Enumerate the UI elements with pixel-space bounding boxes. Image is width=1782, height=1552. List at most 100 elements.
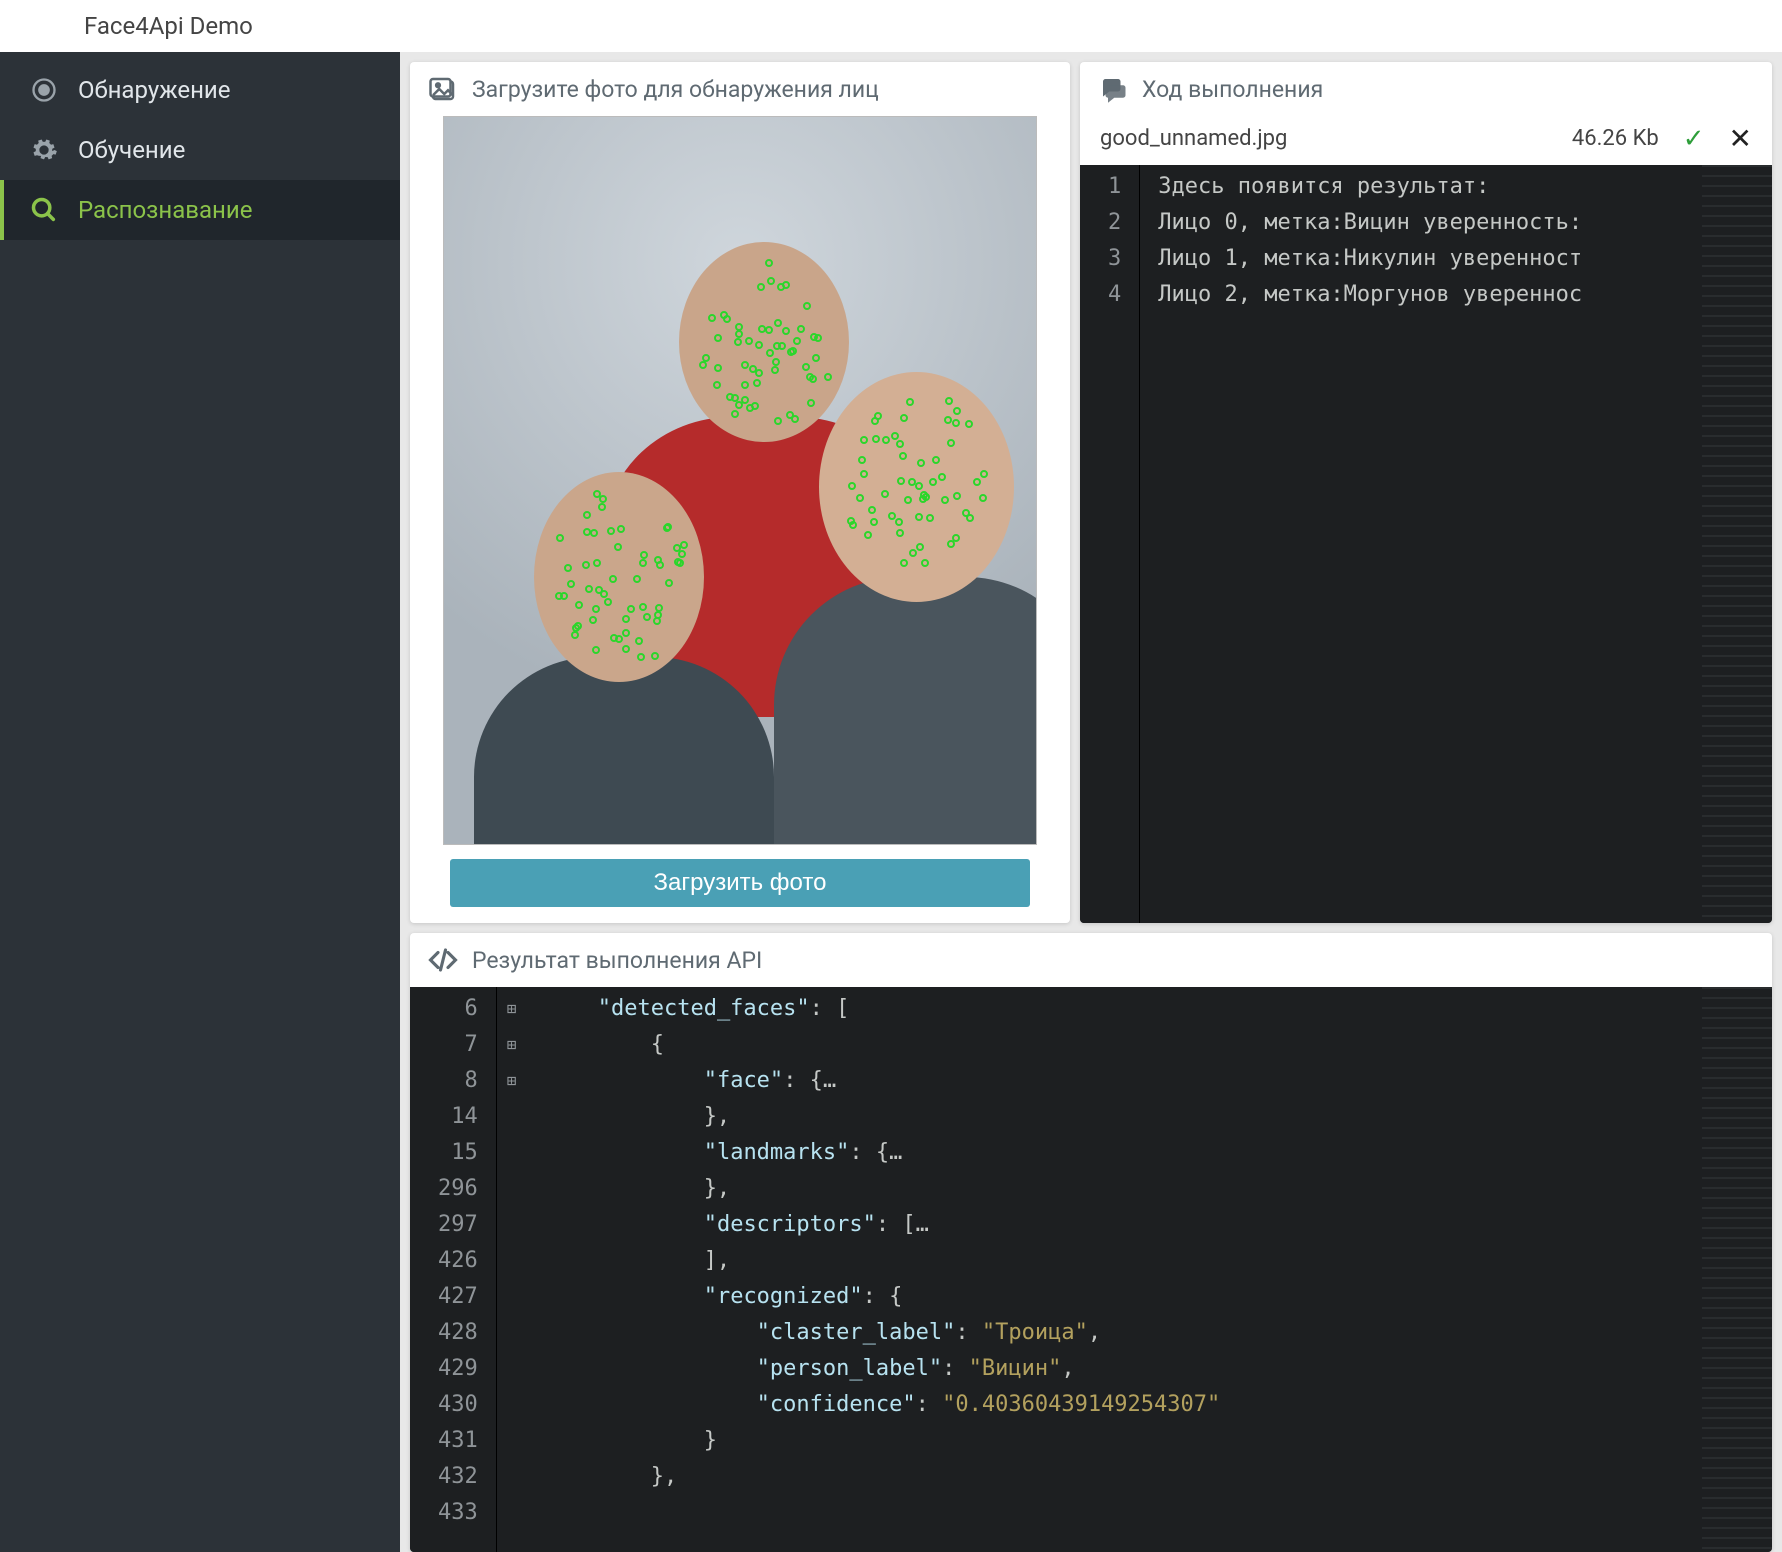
- landmark-dot: [774, 319, 782, 327]
- landmark-dot: [656, 561, 664, 569]
- landmark-dot: [614, 543, 622, 551]
- code-line: "confidence": "0.40360439149254307": [545, 1387, 1702, 1423]
- check-icon: ✓: [1683, 124, 1705, 154]
- code-line: "landmarks": {…: [545, 1135, 1702, 1171]
- landmark-dot: [663, 524, 671, 532]
- landmark-dot: [897, 477, 905, 485]
- landmark-dot: [674, 558, 682, 566]
- landmark-dot: [870, 518, 878, 526]
- line-number: 15: [438, 1135, 478, 1171]
- minimap[interactable]: [1702, 165, 1772, 923]
- landmark-dot: [643, 613, 651, 621]
- preview-photo: [443, 116, 1037, 845]
- landmark-dot: [891, 432, 899, 440]
- landmark-dot: [593, 490, 601, 498]
- landmark-dot: [909, 549, 917, 557]
- landmark-dot: [635, 637, 643, 645]
- line-number: 297: [438, 1207, 478, 1243]
- landmark-dot: [583, 511, 591, 519]
- landmark-dot: [598, 503, 606, 511]
- landmark-dot: [916, 543, 924, 551]
- landmark-dot: [896, 529, 904, 537]
- landmark-dot: [868, 506, 876, 514]
- line-number: 427: [438, 1279, 478, 1315]
- gears-icon: [28, 134, 60, 166]
- code-line: "claster_label": "Троица",: [545, 1315, 1702, 1351]
- line-number: 428: [438, 1315, 478, 1351]
- landmark-dot: [814, 334, 822, 342]
- fold-toggle[interactable]: ⊞: [497, 991, 527, 1027]
- log-panel: Ход выполнения good_unnamed.jpg 46.26 Kb…: [1080, 62, 1772, 923]
- line-number: 2: [1108, 205, 1121, 241]
- sidebar-item-recognition[interactable]: Распознавание: [0, 180, 400, 240]
- landmark-dot: [655, 604, 663, 612]
- landmark-dot: [567, 580, 575, 588]
- code-line: "detected_faces": [: [545, 991, 1702, 1027]
- landmark-dot: [774, 417, 782, 425]
- line-number: 14: [438, 1099, 478, 1135]
- upload-button[interactable]: Загрузить фото: [450, 859, 1030, 907]
- landmark-dot: [741, 361, 749, 369]
- landmark-dot: [640, 551, 648, 559]
- code-line: "person_label": "Вицин",: [545, 1351, 1702, 1387]
- file-size: 46.26 Kb: [1572, 126, 1659, 151]
- result-panel-header: Результат выполнения API: [410, 933, 1772, 987]
- landmark-dot: [615, 635, 623, 643]
- line-number: 426: [438, 1243, 478, 1279]
- landmark-dot: [782, 281, 790, 289]
- log-line: Лицо 0, метка:Вицин уверенность:: [1158, 205, 1702, 241]
- upload-panel-header: Загрузите фото для обнаружения лиц: [410, 62, 1070, 116]
- landmark-dot: [921, 559, 929, 567]
- fold-toggle[interactable]: ⊞: [497, 1063, 527, 1099]
- code-line: "descriptors": […: [545, 1207, 1702, 1243]
- landmark-dot: [622, 645, 630, 653]
- code-line: ],: [545, 1243, 1702, 1279]
- content-area: Загрузите фото для обнаружения лиц Загру…: [400, 52, 1782, 1552]
- app-title: Face4Api Demo: [84, 12, 253, 40]
- file-name: good_unnamed.jpg: [1100, 126, 1548, 151]
- remove-file-button[interactable]: ✕: [1729, 122, 1752, 155]
- landmark-dot: [593, 559, 601, 567]
- landmark-dot: [797, 325, 805, 333]
- landmark-dot: [952, 419, 960, 427]
- line-number: 4: [1108, 277, 1121, 313]
- landmark-dot: [571, 631, 579, 639]
- landmark-dot: [574, 622, 582, 630]
- landmark-dot: [802, 363, 810, 371]
- sidebar-item-label: Обучение: [78, 136, 185, 164]
- sidebar-item-training[interactable]: Обучение: [0, 120, 400, 180]
- line-number: 1: [1108, 169, 1121, 205]
- image-icon: [428, 74, 458, 104]
- result-editor[interactable]: 6781415296297426427428429430431432433 ⊞⊞…: [410, 987, 1772, 1552]
- log-line: Здесь появится результат:: [1158, 169, 1702, 205]
- line-number: 432: [438, 1459, 478, 1495]
- minimap[interactable]: [1702, 987, 1772, 1552]
- sidebar-item-detection[interactable]: Обнаружение: [0, 60, 400, 120]
- landmark-dot: [947, 540, 955, 548]
- code-line: },: [545, 1099, 1702, 1135]
- landmark-dot: [745, 337, 753, 345]
- landmark-dot: [899, 452, 907, 460]
- landmark-dot: [678, 550, 686, 558]
- landmark-dot: [806, 373, 814, 381]
- landmark-dot: [900, 559, 908, 567]
- upload-panel: Загрузите фото для обнаружения лиц Загру…: [410, 62, 1070, 923]
- landmark-dot: [904, 496, 912, 504]
- fold-toggle[interactable]: ⊞: [497, 1027, 527, 1063]
- line-number: 6: [438, 991, 478, 1027]
- line-number: 7: [438, 1027, 478, 1063]
- landmark-dot: [938, 473, 946, 481]
- landmark-dot: [741, 381, 749, 389]
- line-number: 3: [1108, 241, 1121, 277]
- log-editor[interactable]: 1234 Здесь появится результат:Лицо 0, ме…: [1080, 165, 1772, 923]
- uploaded-file-row: good_unnamed.jpg 46.26 Kb ✓ ✕: [1080, 116, 1772, 165]
- landmark-dot: [592, 646, 600, 654]
- code-line: "face": {…: [545, 1063, 1702, 1099]
- sidebar: Обнаружение Обучение Распознавание: [0, 52, 400, 1552]
- landmark-dot: [757, 283, 765, 291]
- line-number: 430: [438, 1387, 478, 1423]
- landmark-dot: [980, 470, 988, 478]
- line-number: 431: [438, 1423, 478, 1459]
- code-icon: [428, 945, 458, 975]
- landmark-dot: [782, 327, 790, 335]
